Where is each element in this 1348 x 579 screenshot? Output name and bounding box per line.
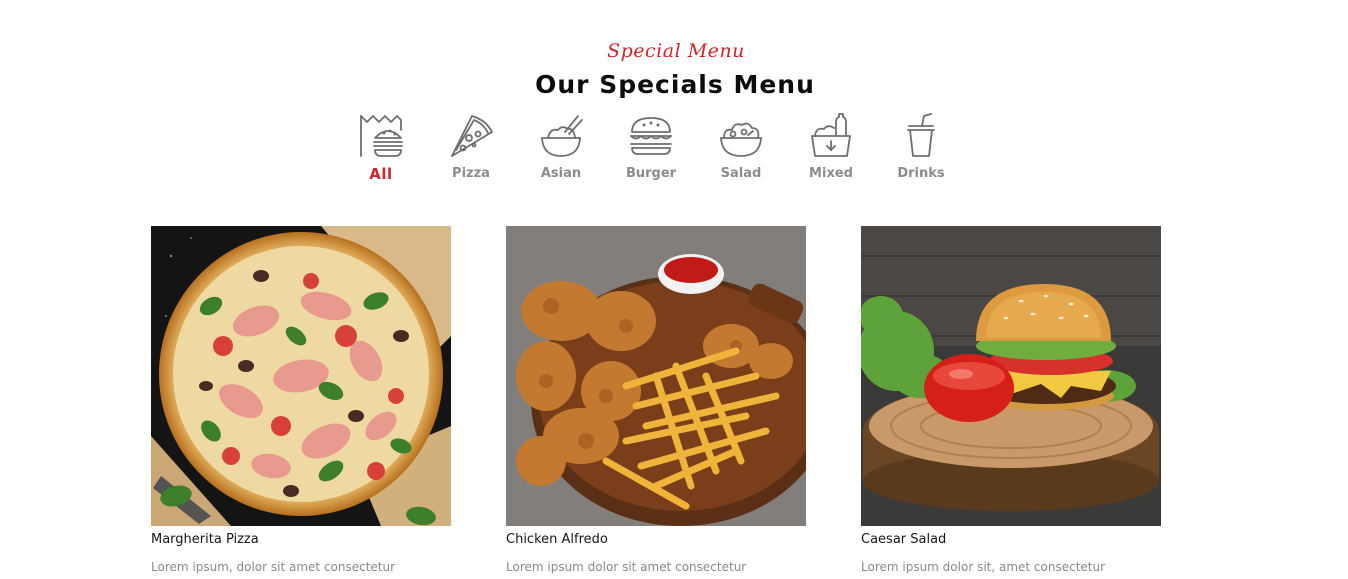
category-tab-burger[interactable]: Burger xyxy=(606,110,696,186)
menu-item-description: Lorem ipsum, dolor sit amet consectetur xyxy=(151,560,396,574)
burger-icon xyxy=(628,112,674,158)
menu-item-name: Caesar Salad xyxy=(861,532,947,547)
menu-item-description: Lorem ipsum dolor sit amet consectetur xyxy=(506,560,747,574)
menu-card[interactable]: Caesar Salad Lorem ipsum dolor sit, amet… xyxy=(861,226,1161,574)
category-tab-asian[interactable]: Asian xyxy=(516,110,606,186)
category-tab-all[interactable]: All xyxy=(336,110,426,186)
category-label: Drinks xyxy=(897,166,945,181)
burger-photo[interactable] xyxy=(861,226,1161,526)
drink-cup-icon xyxy=(898,112,944,158)
category-filter: All Pizza Asian Burger Salad Mixed Drink… xyxy=(336,110,968,186)
category-label: Salad xyxy=(720,166,762,181)
section-eyebrow: Special Menu xyxy=(607,40,745,62)
rice-bowl-chopsticks-icon xyxy=(538,112,584,158)
category-tab-pizza[interactable]: Pizza xyxy=(426,110,516,186)
menu-card[interactable]: Margherita Pizza Lorem ipsum, dolor sit … xyxy=(151,226,451,574)
fried-chicken-fries-photo[interactable] xyxy=(506,226,806,526)
pizza-slice-icon xyxy=(448,112,494,158)
category-tab-mixed[interactable]: Mixed xyxy=(786,110,876,186)
salad-bowl-icon xyxy=(718,112,764,158)
all-food-icon xyxy=(358,112,404,158)
menu-item-description: Lorem ipsum dolor sit, amet consectetur xyxy=(861,560,1106,574)
category-label: Burger xyxy=(625,166,677,181)
category-label: All xyxy=(369,165,393,183)
category-tab-salad[interactable]: Salad xyxy=(696,110,786,186)
section-title: Our Specials Menu xyxy=(535,70,815,99)
mixed-basket-icon xyxy=(808,112,854,158)
menu-item-name: Margherita Pizza xyxy=(151,532,259,547)
category-tab-drinks[interactable]: Drinks xyxy=(876,110,966,186)
menu-card[interactable]: Chicken Alfredo Lorem ipsum dolor sit am… xyxy=(506,226,806,574)
menu-item-name: Chicken Alfredo xyxy=(506,532,608,547)
category-label: Mixed xyxy=(809,166,853,181)
category-label: Pizza xyxy=(452,166,490,181)
category-label: Asian xyxy=(540,166,582,181)
pizza-photo[interactable] xyxy=(151,226,451,526)
